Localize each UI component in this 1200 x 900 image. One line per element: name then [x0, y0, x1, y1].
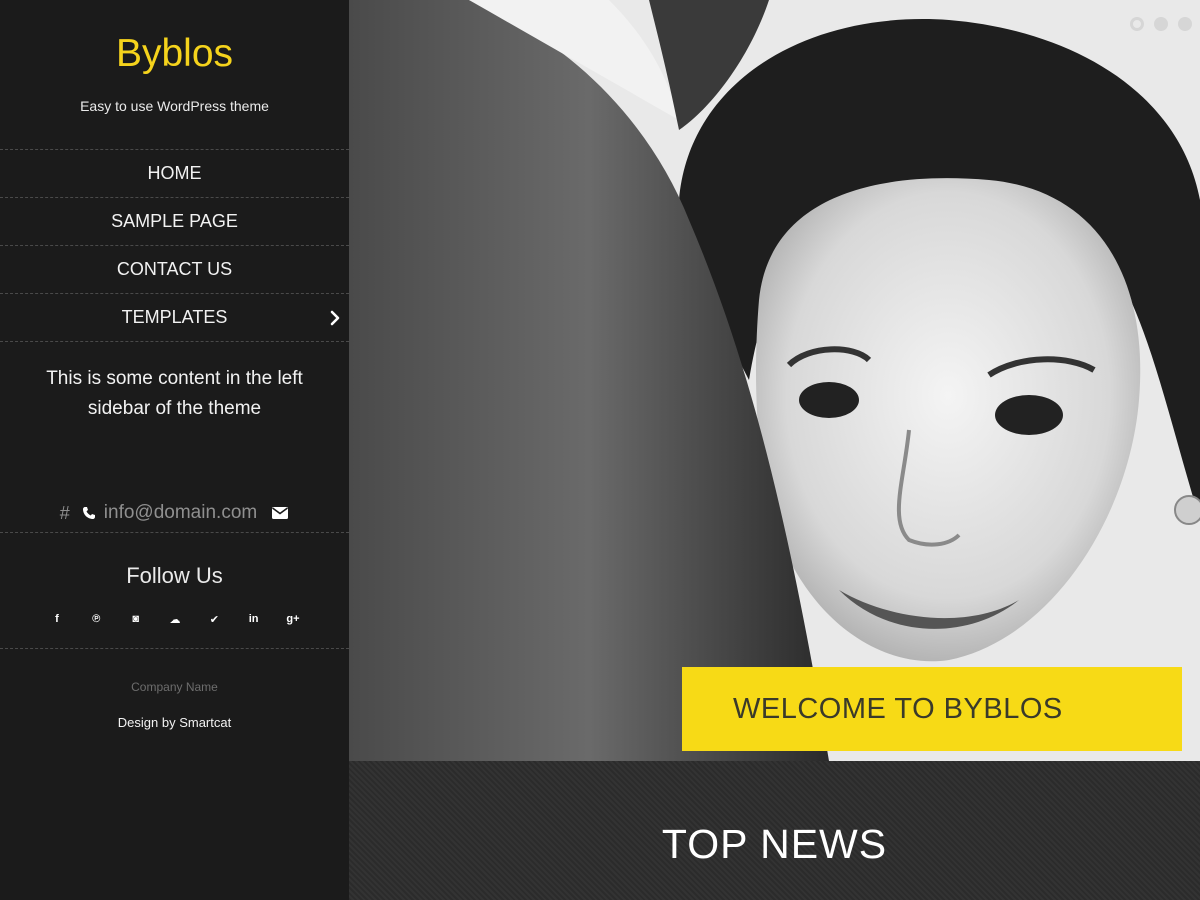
- section-title: TOP NEWS: [661, 821, 888, 867]
- social-icons: f ℗ ◙ ☁ ✔ in g+: [38, 607, 312, 631]
- hero-image: [349, 0, 1200, 761]
- hero-slider[interactable]: WELCOME TO BYBLOS: [349, 0, 1200, 761]
- pinterest-icon[interactable]: ℗: [77, 607, 115, 631]
- menu-item-label: HOME: [147, 163, 202, 183]
- menu-item-templates[interactable]: TEMPLATES: [0, 293, 349, 342]
- sidebar-divider: [0, 648, 349, 649]
- soundcloud-icon[interactable]: ☁: [156, 607, 194, 631]
- slider-dot[interactable]: [1178, 17, 1192, 31]
- slider-dot[interactable]: [1154, 17, 1168, 31]
- site-title[interactable]: Byblos: [0, 30, 349, 78]
- company-name: Company Name: [131, 680, 218, 694]
- contact-email[interactable]: info@domain.com: [104, 502, 257, 524]
- chevron-right-icon[interactable]: [329, 294, 341, 341]
- slider-dot[interactable]: [1130, 17, 1144, 31]
- slider-pagination: [1130, 17, 1192, 31]
- instagram-icon[interactable]: ◙: [117, 607, 155, 631]
- google-plus-icon[interactable]: g+: [274, 607, 312, 631]
- linkedin-icon[interactable]: in: [235, 607, 273, 631]
- menu-item-label: SAMPLE PAGE: [111, 211, 238, 231]
- contact-info: # info@domain.com: [0, 494, 349, 532]
- facebook-icon[interactable]: f: [38, 607, 76, 631]
- sidebar-text-widget: This is some content in the left sidebar…: [46, 368, 303, 419]
- menu-item-sample-page[interactable]: SAMPLE PAGE: [0, 197, 349, 245]
- sidebar-divider: [0, 532, 349, 533]
- menu-item-label: TEMPLATES: [121, 307, 228, 327]
- envelope-icon[interactable]: [271, 506, 289, 520]
- twitter-icon[interactable]: ✔: [195, 607, 233, 631]
- menu-item-contact-us[interactable]: CONTACT US: [0, 245, 349, 293]
- phone-icon[interactable]: [82, 506, 96, 520]
- top-news-section: TOP NEWS: [349, 761, 1200, 900]
- main-menu: HOME SAMPLE PAGE CONTACT US TEMPLATES: [0, 149, 349, 342]
- welcome-banner[interactable]: WELCOME TO BYBLOS: [682, 667, 1182, 751]
- follow-us-title: Follow Us: [126, 563, 223, 588]
- left-sidebar: Byblos Easy to use WordPress theme HOME …: [0, 0, 349, 900]
- design-credit[interactable]: Design by Smartcat: [0, 715, 349, 730]
- hash-text: #: [59, 502, 70, 523]
- menu-item-label: CONTACT US: [116, 259, 233, 279]
- site-tagline: Easy to use WordPress theme: [80, 98, 269, 114]
- menu-item-home[interactable]: HOME: [0, 149, 349, 197]
